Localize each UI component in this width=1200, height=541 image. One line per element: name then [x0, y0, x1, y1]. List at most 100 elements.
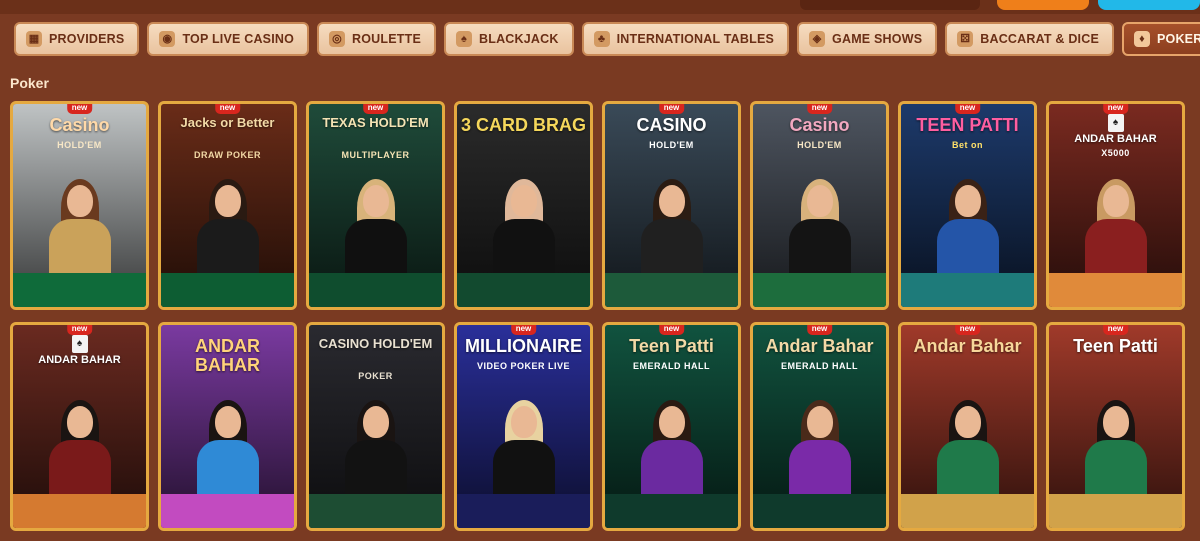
game-table — [753, 494, 886, 528]
new-badge: new — [362, 104, 389, 114]
game-subtitle: Bet on — [952, 140, 983, 150]
game-card[interactable]: ♠ ANDAR BAHAR new — [10, 322, 149, 531]
game-subtitle: HOLD'EM — [797, 140, 842, 150]
game-card[interactable]: TEXAS HOLD'EM MULTIPLAYER new — [306, 101, 445, 310]
game-table — [457, 273, 590, 307]
game-shows-icon: ◈ — [809, 31, 826, 47]
section-title: Poker — [10, 75, 49, 91]
poker-icon: ♦ — [1134, 31, 1150, 47]
tab-baccarat-dice[interactable]: ⚄ BACCARAT & DICE — [945, 22, 1114, 56]
new-badge: new — [658, 325, 685, 335]
game-title: TEEN PATTI — [916, 115, 1019, 135]
game-table — [753, 273, 886, 307]
game-card[interactable]: Teen Patti new — [1046, 322, 1185, 531]
game-title: Teen Patti — [1073, 336, 1158, 356]
login-button[interactable] — [997, 0, 1089, 10]
chips-icon: ◉ — [159, 31, 176, 47]
game-table — [161, 494, 294, 528]
dice-icon: ⚄ — [957, 31, 974, 47]
new-badge: new — [954, 325, 981, 335]
blackjack-icon: ♠ — [456, 31, 472, 47]
game-title: Casino — [789, 115, 850, 135]
tab-label: ROULETTE — [352, 32, 421, 46]
game-title: Andar Bahar — [913, 336, 1022, 356]
game-title: Jacks or Better — [180, 115, 275, 130]
game-table — [13, 494, 146, 528]
game-card[interactable]: Teen Patti EMERALD HALL new — [602, 322, 741, 531]
tab-label: POKER — [1157, 32, 1200, 46]
search-bar[interactable] — [800, 0, 980, 10]
game-title: Teen Patti — [629, 336, 714, 356]
game-title: ANDAR BAHAR — [195, 336, 260, 375]
new-badge: new — [954, 104, 981, 114]
tab-label: GAME SHOWS — [832, 32, 923, 46]
game-subtitle: EMERALD HALL — [633, 361, 710, 371]
game-title: ANDAR BAHAR — [38, 354, 121, 366]
game-subtitle: X5000 — [1101, 148, 1130, 158]
tab-game-shows[interactable]: ◈ GAME SHOWS — [797, 22, 938, 56]
new-badge: new — [66, 325, 93, 335]
game-table — [1049, 273, 1182, 307]
game-table — [309, 273, 442, 307]
game-card[interactable]: Casino HOLD'EM new — [10, 101, 149, 310]
game-table — [901, 273, 1034, 307]
game-title: TEXAS HOLD'EM — [322, 115, 429, 130]
new-badge: new — [1102, 104, 1129, 114]
game-card[interactable]: Jacks or Better DRAW POKER new — [158, 101, 297, 310]
game-card[interactable]: 3 CARD BRAG — [454, 101, 593, 310]
game-title: Andar Bahar — [765, 336, 874, 356]
game-card[interactable]: TEEN PATTI Bet on new — [898, 101, 1037, 310]
signup-button[interactable] — [1098, 0, 1200, 10]
game-table — [901, 494, 1034, 528]
playing-card-icon: ♠ — [1107, 114, 1124, 132]
game-card[interactable]: Andar Bahar new — [898, 322, 1037, 531]
game-card[interactable]: CASINO HOLD'EM new — [602, 101, 741, 310]
new-badge: new — [806, 325, 833, 335]
game-title: Casino — [49, 115, 110, 135]
game-table — [161, 273, 294, 307]
tab-label: PROVIDERS — [49, 32, 125, 46]
game-subtitle: HOLD'EM — [649, 140, 694, 150]
game-grid: Casino HOLD'EM new Jacks or Better DRAW POKE… — [10, 101, 1185, 531]
tab-poker[interactable]: ♦ POKER — [1122, 22, 1200, 56]
game-table — [309, 494, 442, 528]
game-card[interactable]: CASINO HOLD'EM POKER — [306, 322, 445, 531]
new-badge: new — [658, 104, 685, 114]
tab-international-tables[interactable]: ♣ INTERNATIONAL TABLES — [581, 22, 790, 56]
game-title: 3 CARD BRAG — [461, 115, 587, 135]
tab-top-live-casino[interactable]: ◉ TOP LIVE CASINO — [147, 22, 310, 56]
game-table — [457, 494, 590, 528]
tab-providers[interactable]: ▦ PROVIDERS — [14, 22, 140, 56]
game-card[interactable]: MILLIONAIRE VIDEO POKER LIVE new — [454, 322, 593, 531]
new-badge: new — [66, 104, 93, 114]
roulette-icon: ◎ — [329, 31, 346, 47]
game-subtitle: DRAW POKER — [193, 150, 261, 160]
game-table — [605, 273, 738, 307]
game-table — [13, 273, 146, 307]
game-table — [1049, 494, 1182, 528]
game-subtitle: POKER — [358, 371, 393, 381]
new-badge: new — [510, 325, 537, 335]
tab-label: BLACKJACK — [479, 32, 559, 46]
category-tabbar: ▦ PROVIDERS ◉ TOP LIVE CASINO ◎ ROULETTE ♠ BLAC… — [0, 18, 1200, 62]
game-table — [605, 494, 738, 528]
top-header-strip — [0, 0, 1200, 14]
game-subtitle: HOLD'EM — [57, 140, 102, 150]
game-title: MILLIONAIRE — [465, 336, 582, 356]
game-subtitle: MULTIPLAYER — [341, 150, 410, 160]
game-card[interactable]: Andar Bahar EMERALD HALL new — [750, 322, 889, 531]
cards-icon: ♣ — [593, 31, 610, 47]
game-card[interactable]: ♠ ANDAR BAHAR X5000 new — [1046, 101, 1185, 310]
new-badge: new — [806, 104, 833, 114]
game-title: CASINO — [636, 115, 707, 135]
tab-label: INTERNATIONAL TABLES — [616, 32, 775, 46]
game-card[interactable]: ANDAR BAHAR — [158, 322, 297, 531]
game-card[interactable]: Casino HOLD'EM new — [750, 101, 889, 310]
providers-icon: ▦ — [26, 31, 42, 47]
tab-blackjack[interactable]: ♠ BLACKJACK — [444, 22, 574, 56]
game-title: CASINO HOLD'EM — [318, 336, 433, 351]
game-title: ANDAR BAHAR — [1074, 133, 1157, 145]
tab-label: TOP LIVE CASINO — [182, 32, 295, 46]
new-badge: new — [1102, 325, 1129, 335]
tab-roulette[interactable]: ◎ ROULETTE — [317, 22, 436, 56]
